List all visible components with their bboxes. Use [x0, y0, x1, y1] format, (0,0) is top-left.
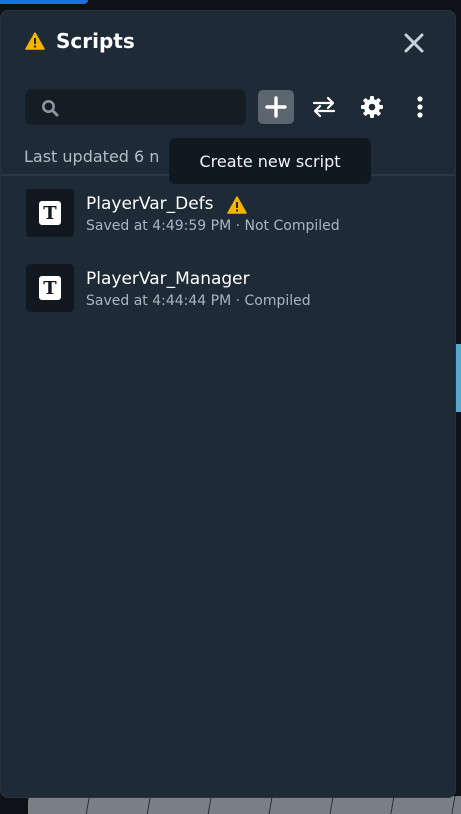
last-updated-text: Last updated 6 n: [24, 147, 160, 166]
create-script-tooltip: Create new script: [169, 138, 371, 184]
toolbar: [1, 89, 455, 127]
list-item[interactable]: T PlayerVar_Defs Saved at 4:49:59 PM · N…: [1, 181, 455, 251]
search-box[interactable]: [25, 89, 246, 125]
panel-header: Scripts: [1, 11, 455, 73]
script-file-icon: T: [26, 189, 74, 237]
script-type-letter: T: [39, 276, 61, 300]
search-input[interactable]: [68, 96, 238, 120]
plus-icon: [265, 96, 287, 118]
settings-button[interactable]: [354, 90, 390, 124]
swap-button[interactable]: [306, 90, 342, 124]
top-accent-bar: [0, 0, 88, 4]
close-icon[interactable]: [401, 30, 427, 56]
create-script-button[interactable]: [258, 90, 294, 124]
swap-icon: [312, 96, 336, 118]
panel-title: Scripts: [56, 29, 135, 53]
script-type-letter: T: [39, 201, 61, 225]
script-name: PlayerVar_Manager: [86, 269, 250, 289]
scripts-panel: Scripts Last updated 6 n T PlayerVar_Def…: [0, 10, 456, 798]
more-options-button[interactable]: [404, 90, 436, 124]
list-item[interactable]: T PlayerVar_Manager Saved at 4:44:44 PM …: [1, 256, 455, 326]
script-name: PlayerVar_Defs: [86, 194, 214, 214]
script-file-icon: T: [26, 264, 74, 312]
viewport-floor: [26, 796, 461, 814]
script-status: Saved at 4:49:59 PM · Not Compiled: [86, 218, 340, 234]
gear-icon: [361, 96, 383, 118]
search-icon: [42, 100, 59, 117]
more-vertical-icon: [417, 96, 423, 118]
warning-icon: [227, 196, 247, 214]
warning-icon: [25, 32, 45, 50]
script-status: Saved at 4:44:44 PM · Compiled: [86, 293, 311, 309]
